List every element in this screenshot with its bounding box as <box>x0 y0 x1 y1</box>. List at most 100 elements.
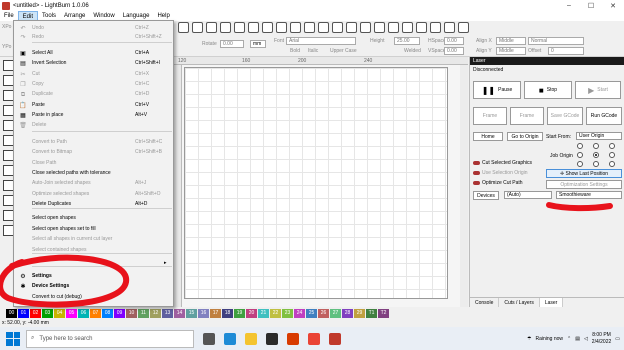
color-swatch-12[interactable]: 12 <box>150 308 161 318</box>
height-field[interactable]: 25.00 <box>394 37 420 45</box>
menu-item-convert-to-cut-debug[interactable]: Convert to cut (debug) <box>14 292 173 302</box>
color-swatch-21[interactable]: 21 <box>258 308 269 318</box>
origin-radio-br[interactable] <box>609 161 615 167</box>
gear-icon[interactable] <box>206 22 217 33</box>
menu-item-optimize-selected-shapes[interactable]: Optimize selected shapes Alt+Shift+O <box>14 189 173 199</box>
origin-radio-bc[interactable] <box>593 161 599 167</box>
stop-button[interactable]: ■ Stop <box>524 81 572 99</box>
save-gcode-button[interactable]: Save GCode <box>547 107 583 125</box>
color-swatch-05[interactable]: 05 <box>66 308 77 318</box>
color-swatch-28[interactable]: 28 <box>342 308 353 318</box>
align-y-select[interactable]: Middle <box>496 47 526 55</box>
distribute-v-icon[interactable] <box>346 22 357 33</box>
align-top-icon[interactable] <box>290 22 301 33</box>
optimization-settings-button[interactable]: Optimization Settings <box>546 180 622 189</box>
task-view-icon[interactable] <box>203 332 215 345</box>
color-swatch-01[interactable]: 01 <box>18 308 29 318</box>
origin-radio-mr[interactable] <box>609 152 615 158</box>
menu-item-paste[interactable]: 📋 Paste Ctrl+V <box>14 100 173 110</box>
color-swatch-09[interactable]: 09 <box>114 308 125 318</box>
origin-radio-ml[interactable] <box>577 152 583 158</box>
taskbar-search[interactable]: ⌕ Type here to search <box>26 329 194 348</box>
color-swatch-29[interactable]: 29 <box>354 308 365 318</box>
color-swatch-T2[interactable]: T2 <box>378 308 389 318</box>
welded-checkbox[interactable]: Welded <box>404 48 421 54</box>
offset-field[interactable]: 0 <box>548 47 584 55</box>
maximize-button[interactable]: ☐ <box>580 2 602 10</box>
menu-item-duplicate[interactable]: ⧉ Duplicate Ctrl+D <box>14 89 173 99</box>
menu-item-submenu[interactable]: ▸ <box>14 258 173 268</box>
menu-item-select-open-shapes[interactable]: Select open shapes <box>14 213 173 223</box>
devices-button[interactable]: Devices <box>473 191 499 200</box>
bold-checkbox[interactable]: Bold <box>290 48 300 54</box>
frame-button-1[interactable]: Frame <box>473 107 507 125</box>
distribute-icon[interactable] <box>332 22 343 33</box>
upper-case-checkbox[interactable]: Upper Case <box>330 48 357 54</box>
color-swatch-11[interactable]: 11 <box>138 308 149 318</box>
color-swatch-07[interactable]: 07 <box>90 308 101 318</box>
origin-radio-tr[interactable] <box>609 143 615 149</box>
menu-item-convert-to-path[interactable]: Convert to Path Ctrl+Shift+C <box>14 137 173 147</box>
color-swatch-27[interactable]: 27 <box>330 308 341 318</box>
tab-cuts-layers[interactable]: Cuts / Layers <box>499 298 540 307</box>
unit-button[interactable]: mm <box>250 40 266 48</box>
menu-item-close-selected-paths-with-tolerance[interactable]: Close selected paths with tolerance <box>14 168 173 178</box>
origin-radio-bl[interactable] <box>577 161 583 167</box>
color-swatch-08[interactable]: 08 <box>102 308 113 318</box>
color-swatch-02[interactable]: 02 <box>30 308 41 318</box>
color-swatch-22[interactable]: 22 <box>270 308 281 318</box>
menu-item-select-all-shapes-in-current-cut-layer[interactable]: Select all shapes in current cut layer <box>14 234 173 244</box>
store-icon[interactable] <box>266 332 278 345</box>
use-selection-origin-toggle[interactable]: Use Selection Origin <box>473 170 528 176</box>
align-middle-icon[interactable] <box>304 22 315 33</box>
origin-radio-tl[interactable] <box>577 143 583 149</box>
frame-button-2[interactable]: Frame <box>510 107 544 125</box>
network-icon[interactable]: ▤ <box>575 336 580 342</box>
menu-item-delete[interactable]: 🗑 Delete <box>14 120 173 130</box>
menu-item-delete-duplicates[interactable]: Delete Duplicates Alt+D <box>14 199 173 209</box>
measure-icon[interactable] <box>444 22 455 33</box>
menu-item-close-path[interactable]: Close Path <box>14 158 173 168</box>
weld-icon[interactable] <box>458 22 469 33</box>
chrome-icon[interactable] <box>308 332 320 345</box>
align-left-icon[interactable] <box>248 22 259 33</box>
camera-icon[interactable] <box>192 22 203 33</box>
vertical-scrollbar[interactable] <box>460 65 468 307</box>
color-swatch-18[interactable]: 18 <box>222 308 233 318</box>
color-swatch-17[interactable]: 17 <box>210 308 221 318</box>
color-swatch-13[interactable]: 13 <box>162 308 173 318</box>
ungroup-icon[interactable] <box>416 22 427 33</box>
run-gcode-button[interactable]: Run GCode <box>586 107 622 125</box>
color-swatch-04[interactable]: 04 <box>54 308 65 318</box>
menu-item-copy[interactable]: ❐ Copy Ctrl+C <box>14 79 173 89</box>
color-swatch-16[interactable]: 16 <box>198 308 209 318</box>
new-file-icon[interactable] <box>178 22 189 33</box>
menu-item-paste-in-place[interactable]: ▦ Paste in place Alt+V <box>14 110 173 120</box>
group-icon[interactable] <box>402 22 413 33</box>
clock[interactable]: 8:00 PM 2/4/2022 <box>592 332 611 346</box>
port-select[interactable]: (Auto) <box>504 191 552 199</box>
align-x-select[interactable]: Middle <box>496 37 526 45</box>
tools-icon[interactable] <box>220 22 231 33</box>
menu-item-auto-join-selected-shapes[interactable]: Auto-Join selected shapes Alt+J <box>14 178 173 188</box>
windows-start-icon[interactable] <box>6 331 20 346</box>
minimize-button[interactable]: – <box>558 2 580 9</box>
tray-chevron-icon[interactable]: ⌃ <box>567 336 571 342</box>
volume-icon[interactable]: ◁ <box>584 336 588 342</box>
office-icon[interactable] <box>287 332 299 345</box>
menu-item-settings[interactable]: ⚙ Settings <box>14 271 173 281</box>
rotate-field[interactable]: 0.00 <box>220 40 244 48</box>
color-swatch-20[interactable]: 20 <box>246 308 257 318</box>
font-select[interactable]: Arial <box>286 37 356 45</box>
start-from-select[interactable]: User Origin <box>576 132 622 140</box>
tab-laser[interactable]: Laser <box>539 298 564 307</box>
italic-checkbox[interactable]: Italic <box>308 48 318 54</box>
color-swatch-14[interactable]: 14 <box>174 308 185 318</box>
menu-item-convert-to-bitmap[interactable]: Convert to Bitmap Ctrl+Shift+B <box>14 147 173 157</box>
align-bottom-icon[interactable] <box>318 22 329 33</box>
color-swatch-19[interactable]: 19 <box>234 308 245 318</box>
close-button[interactable]: ✕ <box>602 2 624 10</box>
color-swatch-15[interactable]: 15 <box>186 308 197 318</box>
color-swatch-00[interactable]: 00 <box>6 308 17 318</box>
notifications-icon[interactable]: ▭ <box>615 336 620 342</box>
